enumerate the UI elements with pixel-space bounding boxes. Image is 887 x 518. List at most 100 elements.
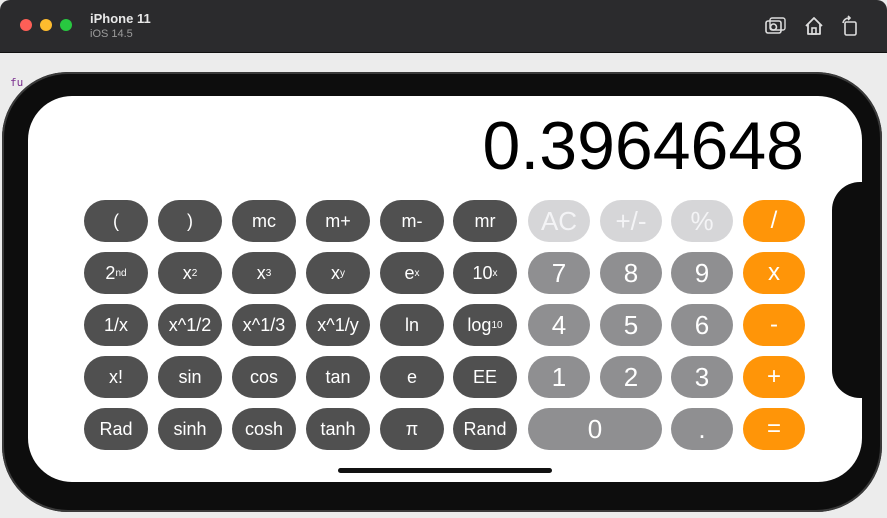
key-e-button[interactable]: e bbox=[380, 356, 444, 398]
key-4-button[interactable]: 4 bbox=[528, 304, 590, 346]
key-sinh-button[interactable]: sinh bbox=[158, 408, 222, 450]
key-2nd-button[interactable]: 2nd bbox=[84, 252, 148, 294]
key-label: Rad bbox=[99, 418, 133, 439]
key-x-1-2-button[interactable]: x^1/2 bbox=[158, 304, 222, 346]
key-3-button[interactable]: 3 bbox=[671, 356, 733, 398]
key-subscript: 10 bbox=[491, 319, 503, 331]
key-tanh-button[interactable]: tanh bbox=[306, 408, 370, 450]
key-xy-button[interactable]: xy bbox=[306, 252, 370, 294]
key-2-button[interactable]: 2 bbox=[600, 356, 662, 398]
key-op2-9-button[interactable]: - bbox=[743, 304, 805, 346]
key-1-button[interactable]: 1 bbox=[528, 356, 590, 398]
os-version: iOS 14.5 bbox=[90, 28, 133, 40]
key-superscript: 2 bbox=[191, 267, 198, 279]
key-log10-button[interactable]: log 10 bbox=[453, 304, 517, 346]
key-label: 2 bbox=[623, 361, 639, 392]
key-label: tan bbox=[325, 366, 351, 387]
key-label: π bbox=[405, 418, 419, 439]
home-indicator[interactable] bbox=[338, 468, 552, 473]
key-cosh-button[interactable]: cosh bbox=[232, 408, 296, 450]
editor-code-fragment: fu bbox=[10, 76, 24, 89]
key-9-button[interactable]: 9 bbox=[671, 252, 733, 294]
key-ln-button[interactable]: ln bbox=[380, 304, 444, 346]
key-op0-0-button[interactable]: ( bbox=[84, 200, 148, 242]
key-op0-9-button[interactable]: / bbox=[743, 200, 805, 242]
key-label: + bbox=[766, 363, 781, 390]
key-7-button[interactable]: 7 bbox=[528, 252, 590, 294]
key-superscript: x bbox=[414, 267, 420, 279]
key-pi-button[interactable]: π bbox=[380, 408, 444, 450]
screenshot-icon[interactable] bbox=[764, 15, 786, 37]
key-label: mc bbox=[252, 210, 276, 231]
key-label: 6 bbox=[694, 309, 710, 340]
result-display: 0.3964648 bbox=[482, 108, 804, 184]
key-label: cosh bbox=[244, 418, 284, 439]
key-superscript: 3 bbox=[265, 267, 272, 279]
key-1-x-button[interactable]: 1/x bbox=[84, 304, 148, 346]
key-x-button[interactable]: x! bbox=[84, 356, 148, 398]
key-label: mr bbox=[474, 210, 496, 231]
key-ex-button[interactable]: ex bbox=[380, 252, 444, 294]
key-m-button[interactable]: m+ bbox=[306, 200, 370, 242]
key-sin-button[interactable]: sin bbox=[158, 356, 222, 398]
key-op4-8-button[interactable]: = bbox=[743, 408, 805, 450]
device-notch bbox=[832, 182, 872, 398]
key-label: ln bbox=[404, 314, 419, 335]
key-6-button[interactable]: 6 bbox=[671, 304, 733, 346]
key-superscript: y bbox=[340, 267, 345, 279]
key-label: x! bbox=[108, 366, 123, 387]
key-op4-7-button[interactable]: . bbox=[671, 408, 733, 450]
key-label: sinh bbox=[173, 418, 207, 439]
key-op0-8-button[interactable]: % bbox=[671, 200, 733, 242]
key-op3-9-button[interactable]: + bbox=[743, 356, 805, 398]
key-ac-button[interactable]: AC bbox=[528, 200, 590, 242]
key-label: 4 bbox=[551, 309, 567, 340]
key-8-button[interactable]: 8 bbox=[600, 252, 662, 294]
key-superscript: x bbox=[492, 267, 498, 279]
key-label: AC bbox=[540, 205, 578, 236]
key-label: m- bbox=[401, 210, 423, 231]
key-mr-button[interactable]: mr bbox=[453, 200, 517, 242]
key-x-button[interactable]: x bbox=[743, 252, 805, 294]
key-label: x^1/3 bbox=[242, 314, 286, 335]
key-label: ) bbox=[187, 210, 193, 231]
key-label: 2 bbox=[105, 262, 116, 283]
key-label: - bbox=[770, 311, 778, 338]
rotate-icon[interactable] bbox=[839, 15, 861, 37]
key-5-button[interactable]: 5 bbox=[600, 304, 662, 346]
key-cos-button[interactable]: cos bbox=[232, 356, 296, 398]
key-label: e bbox=[404, 262, 415, 283]
key-label: . bbox=[698, 413, 706, 444]
key-label: % bbox=[690, 205, 714, 236]
key-m-button[interactable]: m- bbox=[380, 200, 444, 242]
key-label: sin bbox=[178, 366, 202, 387]
key-tan-button[interactable]: tan bbox=[306, 356, 370, 398]
home-icon[interactable] bbox=[803, 15, 825, 37]
key-rad-button[interactable]: Rad bbox=[84, 408, 148, 450]
key-label: 9 bbox=[694, 257, 710, 288]
key-x-1-3-button[interactable]: x^1/3 bbox=[232, 304, 296, 346]
key-label: 10 bbox=[472, 262, 493, 283]
key-mc-button[interactable]: mc bbox=[232, 200, 296, 242]
key-label: 1/x bbox=[103, 314, 128, 335]
key-label: = bbox=[766, 415, 781, 442]
key-op0-7-button[interactable]: +/- bbox=[600, 200, 662, 242]
maximize-window-button[interactable] bbox=[60, 19, 72, 31]
key-x-1-y-button[interactable]: x^1/y bbox=[306, 304, 370, 346]
key-label: log bbox=[467, 314, 492, 335]
key-x3-button[interactable]: x3 bbox=[232, 252, 296, 294]
key-label: e bbox=[406, 366, 417, 387]
simulator-title-bar: iPhone 11 iOS 14.5 bbox=[0, 0, 887, 53]
key-label: ( bbox=[113, 210, 119, 231]
key-x2-button[interactable]: x2 bbox=[158, 252, 222, 294]
key-op0-1-button[interactable]: ) bbox=[158, 200, 222, 242]
key-label: +/- bbox=[615, 205, 647, 236]
key-label: m+ bbox=[325, 210, 351, 231]
key-0-button[interactable]: 0 bbox=[528, 408, 662, 450]
minimize-window-button[interactable] bbox=[40, 19, 52, 31]
key-label: 7 bbox=[551, 257, 567, 288]
key-10x-button[interactable]: 10 x bbox=[453, 252, 517, 294]
close-window-button[interactable] bbox=[20, 19, 32, 31]
key-rand-button[interactable]: Rand bbox=[453, 408, 517, 450]
key-ee-button[interactable]: EE bbox=[453, 356, 517, 398]
